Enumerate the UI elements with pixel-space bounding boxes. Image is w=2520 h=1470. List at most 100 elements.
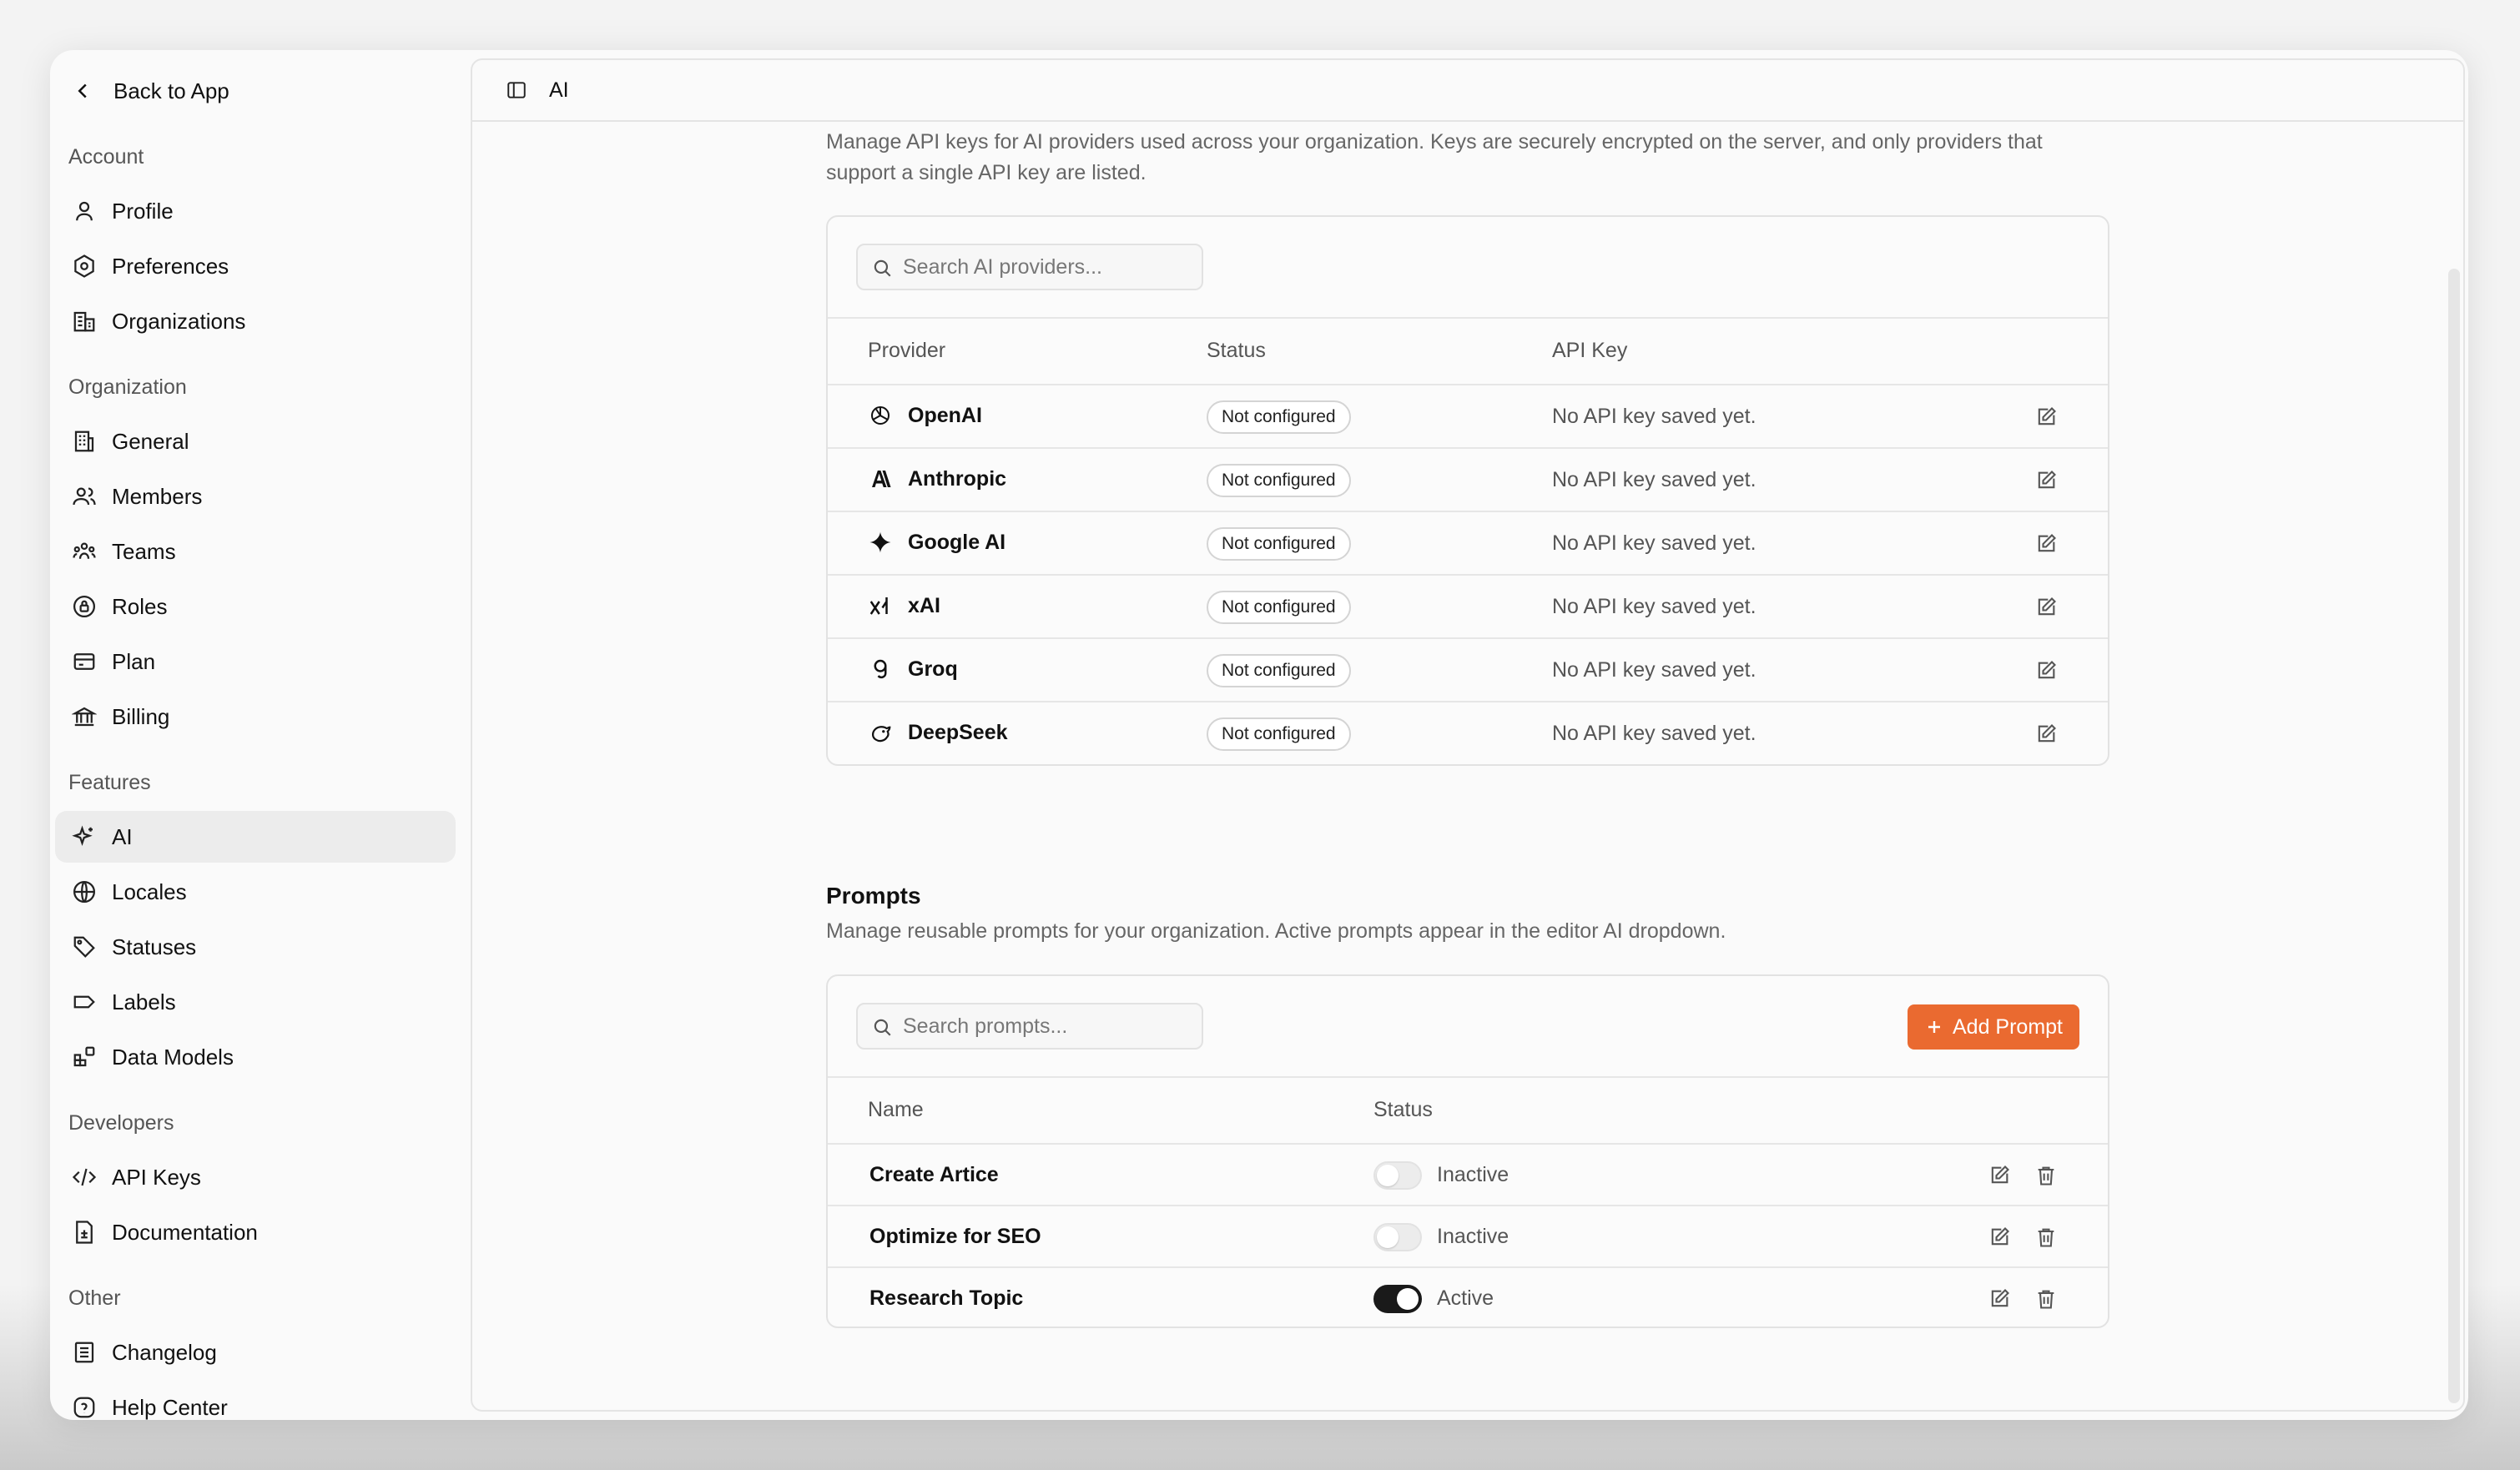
team-icon <box>73 542 96 559</box>
page-title: AI <box>549 78 569 102</box>
status-toggle[interactable] <box>1373 1161 1422 1190</box>
sidebar-toggle-icon[interactable] <box>506 79 527 101</box>
sidebar-item-label: Statuses <box>112 934 197 959</box>
prompts-description: Manage reusable prompts for your organiz… <box>826 919 1726 943</box>
sidebar-item-label: Preferences <box>112 253 229 279</box>
column-status: Status <box>1373 1098 1433 1121</box>
section-other: Other <box>68 1286 121 1310</box>
section-account: Account <box>68 145 144 169</box>
xai-icon <box>868 593 893 618</box>
sidebar-item-label: Changelog <box>112 1339 217 1365</box>
search-icon <box>874 259 891 277</box>
sidebar-item-label: AI <box>112 823 133 849</box>
api-key-value: No API key saved yet. <box>1552 595 1756 618</box>
blocks-icon <box>73 1046 95 1067</box>
sidebar-item-profile[interactable]: Profile <box>55 185 456 237</box>
status-toggle[interactable] <box>1373 1285 1422 1313</box>
provider-name: xAI <box>908 593 940 617</box>
table-row: Research Topic Active <box>828 1268 2108 1327</box>
sidebar-item-label: Organizations <box>112 308 246 334</box>
status-badge: Not configured <box>1207 591 1351 624</box>
building-icon <box>73 311 95 332</box>
sidebar-item-label: Labels <box>112 989 176 1014</box>
prompt-search-input[interactable]: Search prompts... <box>856 1003 1203 1050</box>
sidebar-item-label: Locales <box>112 878 187 904</box>
add-prompt-button[interactable]: Add Prompt <box>1907 1004 2079 1050</box>
user-icon <box>76 201 93 221</box>
plus-icon <box>1928 1021 1940 1033</box>
sidebar-item-data-models[interactable]: Data Models <box>55 1031 456 1083</box>
column-api-key: API Key <box>1552 339 1628 362</box>
api-key-value: No API key saved yet. <box>1552 531 1756 555</box>
provider-cell: xAI <box>868 593 940 618</box>
sidebar-item-labels[interactable]: Labels <box>55 976 456 1028</box>
openai-icon <box>868 403 893 428</box>
lock-circle-icon <box>73 596 95 617</box>
sidebar-item-statuses[interactable]: Statuses <box>55 921 456 973</box>
provider-cell: DeepSeek <box>868 720 1008 745</box>
delete-icon[interactable] <box>2034 1164 2058 1187</box>
sidebar-item-preferences[interactable]: Preferences <box>55 240 456 292</box>
status-badge: Not configured <box>1207 400 1351 434</box>
delete-icon[interactable] <box>2034 1226 2058 1249</box>
sidebar-item-documentation[interactable]: Documentation <box>55 1206 456 1258</box>
provider-cell: Anthropic <box>868 466 1006 491</box>
sidebar-item-label: General <box>112 428 189 454</box>
edit-icon[interactable] <box>2034 722 2058 746</box>
sidebar-item-label: Billing <box>112 703 170 729</box>
sidebar-item-label: Documentation <box>112 1219 258 1245</box>
providers-table-header: Provider Status API Key <box>828 317 2108 385</box>
sidebar-item-teams[interactable]: Teams <box>55 526 456 577</box>
sidebar-item-label: Profile <box>112 198 174 224</box>
edit-icon[interactable] <box>2034 405 2058 429</box>
prompt-name: Optimize for SEO <box>869 1225 1041 1248</box>
provider-name: Google AI <box>908 530 1006 554</box>
sidebar-item-label: API Keys <box>112 1164 201 1190</box>
api-key-value: No API key saved yet. <box>1552 405 1756 428</box>
section-developers: Developers <box>68 1111 174 1135</box>
list-document-icon <box>74 1342 94 1363</box>
sidebar-item-changelog[interactable]: Changelog <box>55 1327 456 1378</box>
table-row: Create Artice Inactive <box>828 1145 2108 1206</box>
sidebar-item-locales[interactable]: Locales <box>55 866 456 918</box>
sidebar-item-billing[interactable]: Billing <box>55 691 456 743</box>
provider-name: DeepSeek <box>908 720 1008 744</box>
edit-icon[interactable] <box>2034 532 2058 556</box>
code-icon <box>72 1168 97 1186</box>
sidebar-item-ai[interactable]: AI <box>55 811 456 863</box>
back-to-app-link[interactable]: Back to App <box>70 67 229 115</box>
sidebar-item-plan[interactable]: Plan <box>55 636 456 687</box>
sidebar-item-label: Teams <box>112 538 176 564</box>
prompt-status: Inactive <box>1437 1225 1509 1248</box>
scrollbar[interactable] <box>2448 269 2460 1403</box>
delete-icon[interactable] <box>2034 1287 2058 1311</box>
users-icon <box>73 487 96 506</box>
edit-icon[interactable] <box>2034 469 2058 492</box>
edit-icon[interactable] <box>1988 1164 2011 1187</box>
prompts-table-header: Name Status <box>828 1076 2108 1145</box>
provider-search-input[interactable]: Search AI providers... <box>856 244 1203 290</box>
building-2-icon <box>74 430 94 452</box>
table-row: Groq Not configured No API key saved yet… <box>828 639 2108 702</box>
google-ai-icon <box>868 530 893 555</box>
label-icon <box>73 995 95 1009</box>
column-name: Name <box>868 1098 924 1121</box>
edit-icon[interactable] <box>1988 1287 2011 1311</box>
sidebar-item-label: Roles <box>112 593 168 619</box>
sidebar-item-members[interactable]: Members <box>55 471 456 522</box>
status-toggle[interactable] <box>1373 1223 1422 1251</box>
prompts-title: Prompts <box>826 883 921 909</box>
edit-icon[interactable] <box>1988 1226 2011 1249</box>
globe-icon <box>73 881 95 903</box>
edit-icon[interactable] <box>2034 659 2058 682</box>
sidebar-item-label: Help Center <box>112 1394 228 1420</box>
column-provider: Provider <box>868 339 946 362</box>
sidebar-item-organizations[interactable]: Organizations <box>55 295 456 347</box>
sidebar-item-api-keys[interactable]: API Keys <box>55 1151 456 1203</box>
bank-icon <box>72 707 97 727</box>
sidebar-item-general[interactable]: General <box>55 415 456 467</box>
edit-icon[interactable] <box>2034 596 2058 619</box>
sidebar-item-help-center[interactable]: Help Center <box>55 1382 456 1420</box>
table-row: DeepSeek Not configured No API key saved… <box>828 702 2108 764</box>
sidebar-item-roles[interactable]: Roles <box>55 581 456 632</box>
